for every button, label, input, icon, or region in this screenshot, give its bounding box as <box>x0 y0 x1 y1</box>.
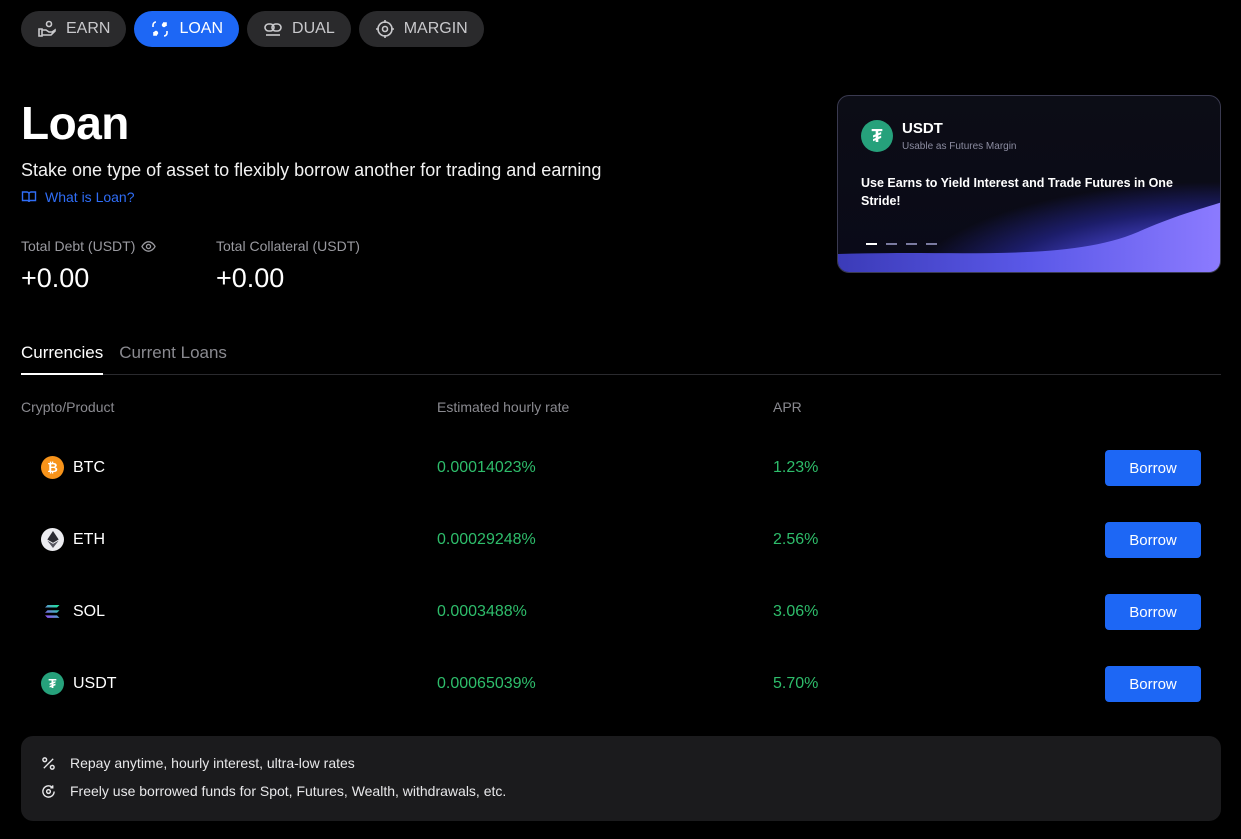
borrow-button[interactable]: Borrow <box>1105 594 1201 630</box>
carousel-dot[interactable] <box>886 243 897 245</box>
nav-loan-label: LOAN <box>179 20 224 37</box>
hourly-rate: 0.00014023% <box>437 459 536 476</box>
eth-coin-icon <box>41 528 64 551</box>
banner-caption: Usable as Futures Margin <box>902 141 1017 152</box>
what-is-loan-link[interactable]: What is Loan? <box>21 189 135 205</box>
hourly-rate: 0.00029248% <box>437 531 536 548</box>
total-debt: Total Debt (USDT) +0.00 <box>21 238 157 294</box>
total-collateral: Total Collateral (USDT) +0.00 <box>216 238 360 294</box>
page-title: Loan <box>21 97 129 149</box>
total-debt-value: +0.00 <box>21 263 90 293</box>
feature-text: Freely use borrowed funds for Spot, Futu… <box>70 783 507 799</box>
apr-value: 1.23% <box>773 459 819 476</box>
nav-margin[interactable]: MARGIN <box>358 11 484 47</box>
nav-margin-label: MARGIN <box>403 20 468 37</box>
loan-tabs: Currencies Current Loans <box>21 343 1221 375</box>
tab-currencies[interactable]: Currencies <box>21 343 104 375</box>
apr-value: 3.06% <box>773 603 819 620</box>
coin-name: BTC <box>73 458 105 476</box>
borrow-button[interactable]: Borrow <box>1105 450 1201 486</box>
hourly-rate: 0.00065039% <box>437 675 536 692</box>
apr-value: 2.56% <box>773 531 819 548</box>
usdt-coin-icon: ₮ <box>861 120 893 152</box>
carousel-dot[interactable] <box>906 243 917 245</box>
apr-value: 5.70% <box>773 675 819 692</box>
sol-coin-icon <box>41 600 64 623</box>
nav-earn-label: EARN <box>66 20 111 37</box>
coin-name: ETH <box>73 530 105 548</box>
feature-panel: Repay anytime, hourly interest, ultra-lo… <box>21 736 1221 821</box>
nav-dual-label: DUAL <box>292 20 335 37</box>
borrow-button[interactable]: Borrow <box>1105 522 1201 558</box>
total-debt-label: Total Debt (USDT) <box>21 238 136 254</box>
borrow-button[interactable]: Borrow <box>1105 666 1201 702</box>
banner-coin: USDT <box>902 120 943 137</box>
feature-text: Repay anytime, hourly interest, ultra-lo… <box>70 755 355 771</box>
book-icon <box>21 191 37 203</box>
nav-earn[interactable]: EARN <box>21 11 127 47</box>
product-nav: EARN LOAN DUAL MARGIN <box>21 11 484 47</box>
margin-icon <box>375 20 394 38</box>
hand-coin-icon <box>38 20 56 37</box>
carousel-dots <box>866 243 937 245</box>
total-collateral-value: +0.00 <box>216 263 285 293</box>
banner-message: Use Earns to Yield Interest and Trade Fu… <box>861 176 1173 208</box>
percent-icon <box>42 756 55 770</box>
feature-item: Freely use borrowed funds for Spot, Futu… <box>41 783 506 799</box>
feature-item: Repay anytime, hourly interest, ultra-lo… <box>41 755 355 771</box>
nav-dual[interactable]: DUAL <box>247 11 351 47</box>
cycle-coin-icon <box>42 784 55 798</box>
nav-loan[interactable]: LOAN <box>134 11 240 47</box>
tab-current-loans[interactable]: Current Loans <box>119 343 227 375</box>
total-collateral-label: Total Collateral (USDT) <box>216 238 360 254</box>
loan-icon <box>152 21 169 37</box>
promo-banner[interactable]: ₮ USDT Usable as Futures Margin Use Earn… <box>837 95 1221 273</box>
banner-wave-graphic <box>838 202 1220 272</box>
coin-name: USDT <box>73 674 117 692</box>
column-header-rate: Estimated hourly rate <box>437 399 570 415</box>
page-subtitle: Stake one type of asset to flexibly borr… <box>21 160 602 180</box>
column-header-product: Crypto/Product <box>21 399 115 415</box>
coin-name: SOL <box>73 602 106 620</box>
table-row: ₮ USDT 0.00065039% 5.70% Borrow <box>21 646 1221 718</box>
carousel-dot[interactable] <box>866 243 877 245</box>
dual-icon <box>264 23 282 36</box>
what-is-loan-label: What is Loan? <box>45 189 135 205</box>
column-header-apr: APR <box>773 399 802 415</box>
btc-coin-icon: ₿ <box>41 456 64 479</box>
carousel-dot[interactable] <box>926 243 937 245</box>
hourly-rate: 0.0003488% <box>437 603 527 620</box>
usdt-coin-icon: ₮ <box>41 672 64 695</box>
table-row: ETH 0.00029248% 2.56% Borrow <box>21 502 1221 574</box>
table-row: SOL 0.0003488% 3.06% Borrow <box>21 574 1221 646</box>
eye-icon[interactable] <box>141 239 157 254</box>
table-row: ₿ BTC 0.00014023% 1.23% Borrow <box>21 430 1221 502</box>
